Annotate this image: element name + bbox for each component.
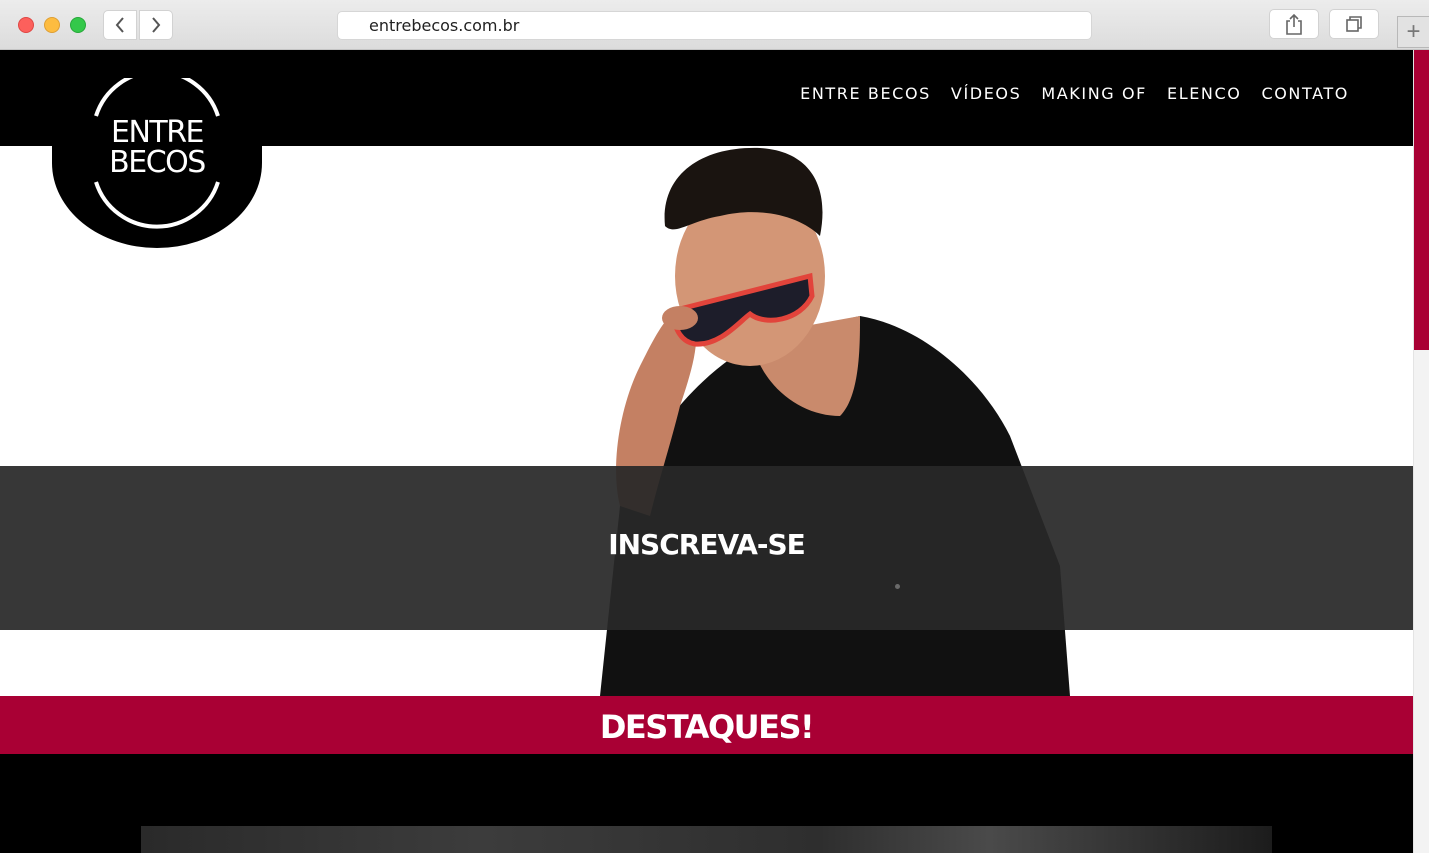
share-icon — [1286, 13, 1302, 35]
nav-entre-becos[interactable]: ENTRE BECOS — [800, 84, 931, 103]
highlights-section — [0, 754, 1413, 853]
page-viewport: ENTRE BECOS VÍDEOS MAKING OF ELENCO CONT… — [0, 50, 1413, 853]
forward-button[interactable] — [139, 10, 173, 40]
nav-elenco[interactable]: ELENCO — [1167, 84, 1241, 103]
main-nav: ENTRE BECOS VÍDEOS MAKING OF ELENCO CONT… — [780, 84, 1349, 103]
slider-dot[interactable] — [895, 584, 900, 589]
share-button[interactable] — [1269, 9, 1319, 39]
nav-contato[interactable]: CONTATO — [1261, 84, 1349, 103]
address-bar[interactable]: entrebecos.com.br — [337, 11, 1092, 40]
logo-text-entre: ENTRE — [110, 115, 205, 150]
site-logo[interactable]: ENTRE BECOS — [52, 78, 262, 248]
tabs-icon — [1346, 16, 1362, 32]
scrollbar-thumb[interactable] — [1414, 50, 1429, 350]
browser-toolbar: entrebecos.com.br + — [0, 0, 1429, 50]
plus-icon: + — [1406, 18, 1421, 45]
subscribe-cta[interactable]: INSCREVA-SE — [0, 528, 1413, 561]
page-scrollbar[interactable] — [1413, 50, 1429, 853]
back-chevron-icon — [115, 17, 124, 33]
nav-videos[interactable]: VÍDEOS — [951, 84, 1021, 103]
zoom-window-button[interactable] — [70, 17, 86, 33]
new-tab-button[interactable]: + — [1397, 16, 1429, 48]
logo-text-becos: BECOS — [109, 145, 206, 180]
minimize-window-button[interactable] — [44, 17, 60, 33]
back-button[interactable] — [103, 10, 137, 40]
forward-chevron-icon — [152, 17, 161, 33]
close-window-button[interactable] — [18, 17, 34, 33]
highlights-heading: DESTAQUES! — [0, 696, 1413, 754]
subscribe-band: INSCREVA-SE — [0, 466, 1413, 630]
nav-making-of[interactable]: MAKING OF — [1041, 84, 1147, 103]
show-tabs-button[interactable] — [1329, 9, 1379, 39]
highlight-video-thumbnail[interactable] — [141, 826, 1272, 853]
